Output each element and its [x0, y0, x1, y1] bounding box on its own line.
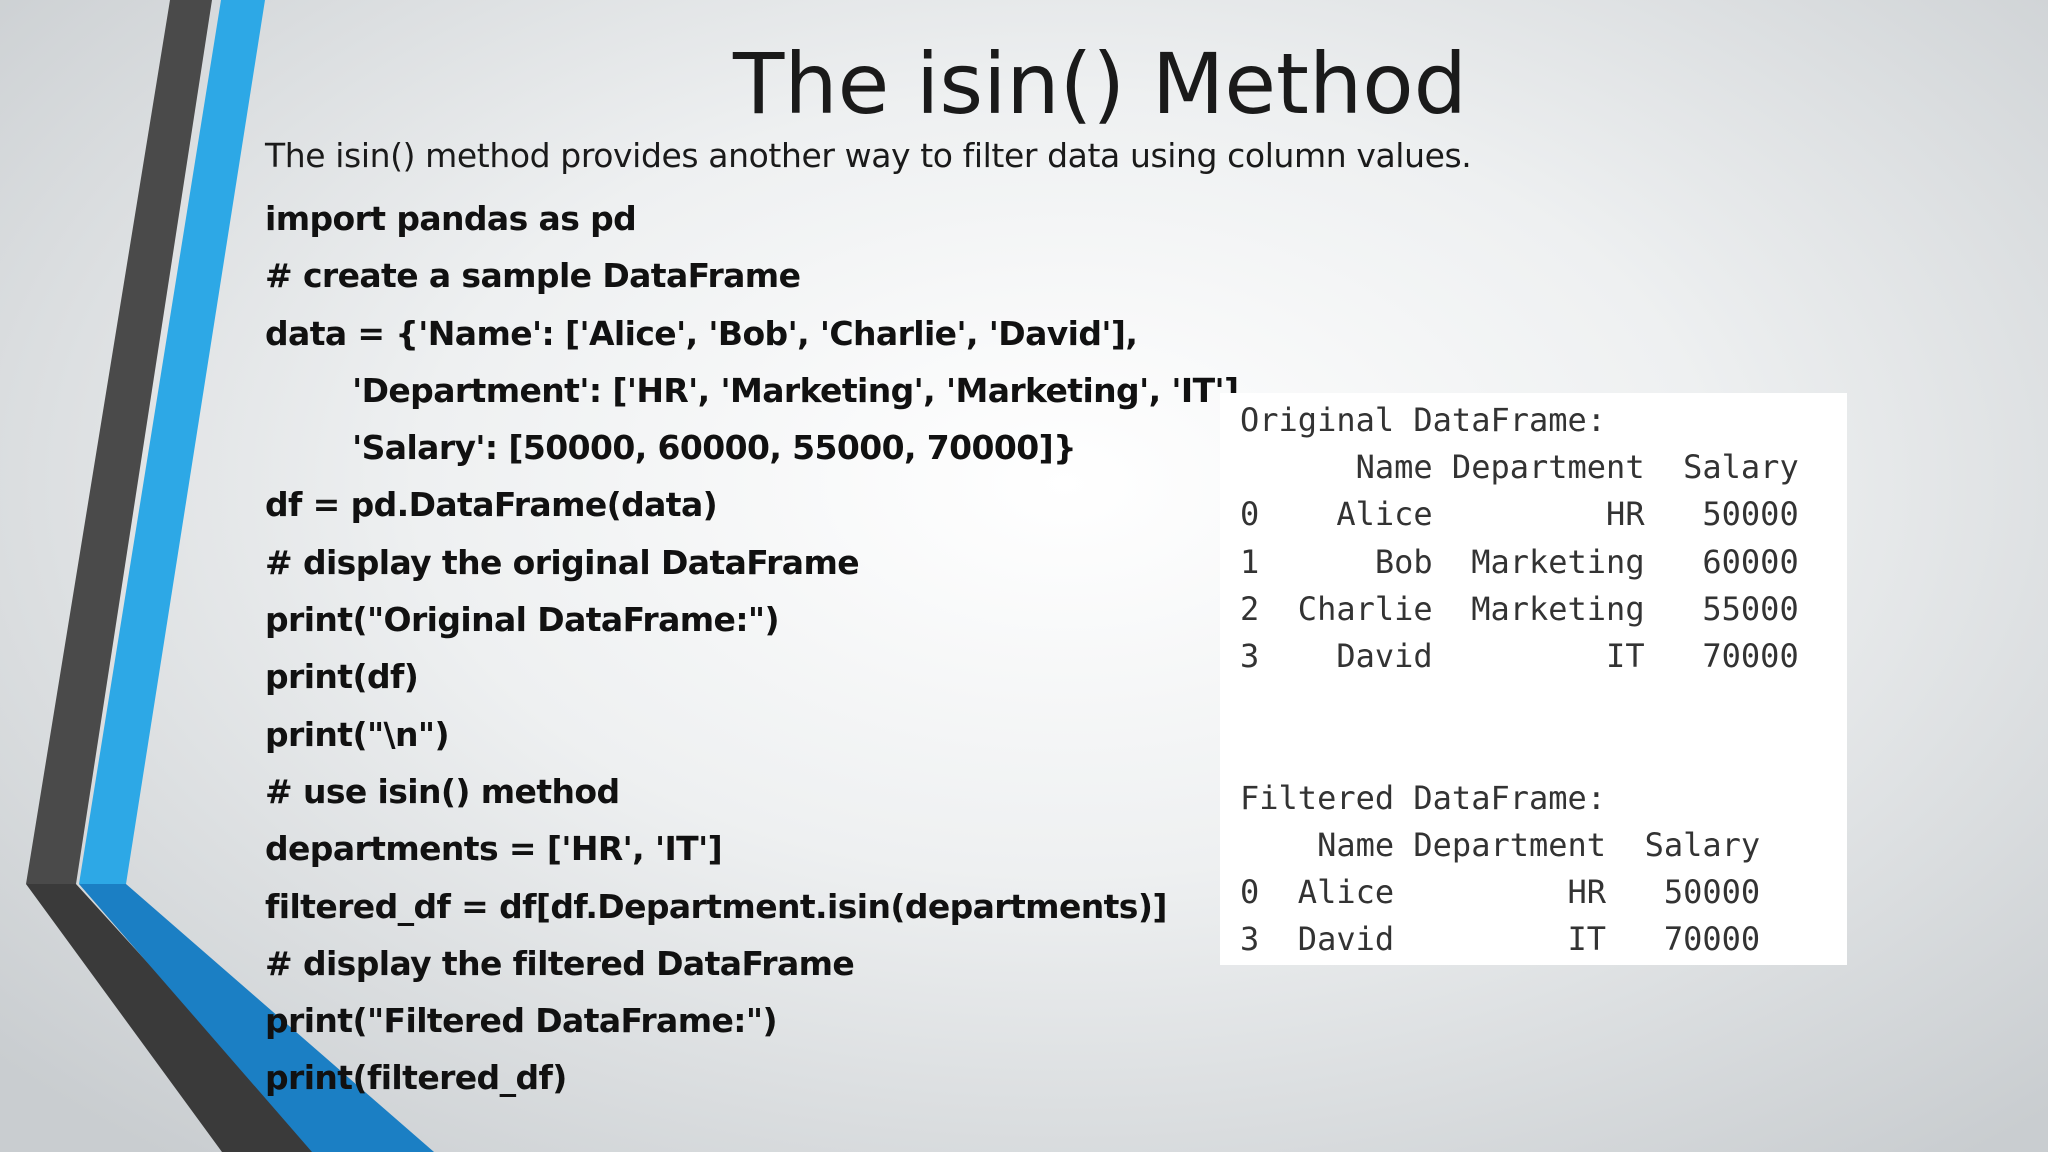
- code-line: 'Department': ['HR', 'Marketing', 'Marke…: [265, 370, 1251, 410]
- code-line: 'Salary': [50000, 60000, 55000, 70000]}: [265, 428, 1076, 468]
- code-line: # create a sample DataFrame: [265, 256, 801, 296]
- console-output-panel: Original DataFrame: Name Department Sala…: [1220, 393, 1847, 965]
- code-line: print("Original DataFrame:"): [265, 600, 780, 640]
- code-line: print(filtered_df): [265, 1058, 567, 1098]
- code-line: print(df): [265, 657, 419, 697]
- code-line: # display the filtered DataFrame: [265, 943, 855, 983]
- code-line: data = {'Name': ['Alice', 'Bob', 'Charli…: [265, 313, 1138, 353]
- code-line: print("\n"): [265, 714, 450, 754]
- code-line: # display the original DataFrame: [265, 542, 860, 582]
- code-line: filtered_df = df[df.Department.isin(depa…: [265, 886, 1167, 926]
- intro-text: The isin() method provides another way t…: [265, 136, 1472, 175]
- console-output-text: Original DataFrame: Name Department Sala…: [1240, 401, 1799, 959]
- code-line: print("Filtered DataFrame:"): [265, 1001, 778, 1041]
- code-line: departments = ['HR', 'IT']: [265, 829, 723, 869]
- code-line: df = pd.DataFrame(data): [265, 485, 718, 525]
- slide-title: The isin() Method: [733, 35, 1467, 133]
- code-line: import pandas as pd: [265, 199, 637, 238]
- code-line: # use isin() method: [265, 771, 620, 811]
- code-listing: import pandas as pd # create a sample Da…: [265, 190, 1251, 1107]
